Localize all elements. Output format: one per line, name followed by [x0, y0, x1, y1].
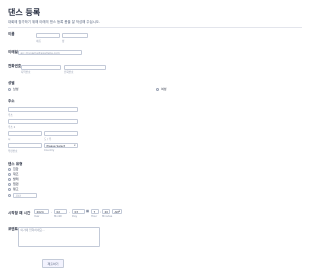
form-title: 댄스 등록: [8, 8, 41, 17]
dance-option-label: 재즈: [13, 172, 19, 176]
dance-option-label: 탭댄: [13, 182, 19, 186]
submit-button[interactable]: 제출하기: [42, 259, 64, 268]
dance-option-radio[interactable]: [8, 188, 11, 191]
first-name-sublabel: 이름: [36, 40, 41, 43]
year-sublabel: Year: [34, 215, 40, 218]
city-input[interactable]: [8, 131, 42, 136]
dance-option-label: 탱고: [13, 187, 19, 191]
day-sublabel: Day: [72, 215, 78, 218]
last-name-input[interactable]: [62, 33, 88, 38]
email-input[interactable]: ex: myname@example.com: [18, 50, 82, 55]
state-input[interactable]: [44, 131, 78, 136]
date-separator: -: [51, 210, 53, 214]
state-sublabel: 도 / 주: [44, 138, 52, 141]
minute-sublabel: Minutes: [102, 215, 113, 218]
dance-option-radio[interactable]: [8, 173, 11, 176]
address-label: 주소: [8, 99, 15, 103]
postal-code-input[interactable]: [8, 143, 42, 148]
calendar-icon[interactable]: ▦: [86, 209, 89, 213]
gender-male-label: 남성: [13, 87, 19, 91]
gender-female-radio[interactable]: [156, 88, 159, 91]
header-divider: [8, 27, 302, 28]
gender-female-label: 여성: [161, 87, 167, 91]
minute-select[interactable]: 20: [102, 209, 110, 214]
country-sublabel: Country: [44, 149, 55, 152]
ampm-select[interactable]: AM ▾: [112, 209, 122, 214]
name-label: 이름: [8, 32, 15, 36]
country-select[interactable]: Please Select ▾: [44, 143, 78, 148]
month-sublabel: Month: [54, 215, 63, 218]
dance-option-radio[interactable]: [8, 178, 11, 181]
street-address-sublabel: 주소: [8, 114, 13, 117]
hour-sublabel: Hour: [91, 215, 98, 218]
chevron-down-icon: ▾: [118, 210, 120, 213]
hour-select[interactable]: 7: [91, 209, 99, 214]
area-code-sublabel: 지역번호: [21, 71, 31, 74]
street-address-input[interactable]: [8, 107, 78, 112]
country-select-value: Please Select: [46, 144, 66, 148]
phone-number-sublabel: 전화번호: [64, 71, 74, 74]
postal-code-sublabel: 우편번호: [8, 150, 18, 153]
first-name-input[interactable]: [36, 33, 60, 38]
street-address-2-sublabel: 주소 2: [8, 126, 16, 129]
month-input[interactable]: 02: [54, 209, 67, 214]
comments-textarea[interactable]: 여기에 입력하세요...: [18, 227, 100, 247]
chevron-down-icon: ▾: [74, 144, 76, 147]
gender-male-radio[interactable]: [8, 88, 11, 91]
dance-other-radio[interactable]: [8, 194, 11, 197]
dance-registration-form: 댄스 등록 대회에 참가하기 위해 아래의 댄스 등록 폼을 잘 작성해 주십시…: [0, 0, 310, 276]
time-separator: :: [100, 210, 102, 214]
gender-label: 성별: [8, 81, 15, 85]
date-separator: -: [69, 210, 71, 214]
start-time-label: 시작할 때 시간: [8, 211, 31, 215]
street-address-2-input[interactable]: [8, 119, 78, 124]
city-sublabel: 시: [8, 138, 11, 141]
last-name-sublabel: 성: [62, 40, 65, 43]
dance-option-radio[interactable]: [8, 168, 11, 171]
phone-label: 전화번호: [8, 64, 22, 68]
day-input[interactable]: 03: [72, 209, 85, 214]
comments-label: 코멘트: [8, 227, 18, 231]
dance-option-radio[interactable]: [8, 183, 11, 186]
email-label: 이메일: [8, 50, 18, 54]
year-input[interactable]: 2024: [34, 209, 49, 214]
dance-option-label: 힙합: [13, 167, 19, 171]
form-subtitle: 대회에 참가하기 위해 아래의 댄스 등록 폼을 잘 작성해 주십시오.: [8, 20, 100, 24]
dance-option-label: 발레: [13, 177, 19, 181]
dance-other-input[interactable]: 기타: [13, 193, 37, 198]
